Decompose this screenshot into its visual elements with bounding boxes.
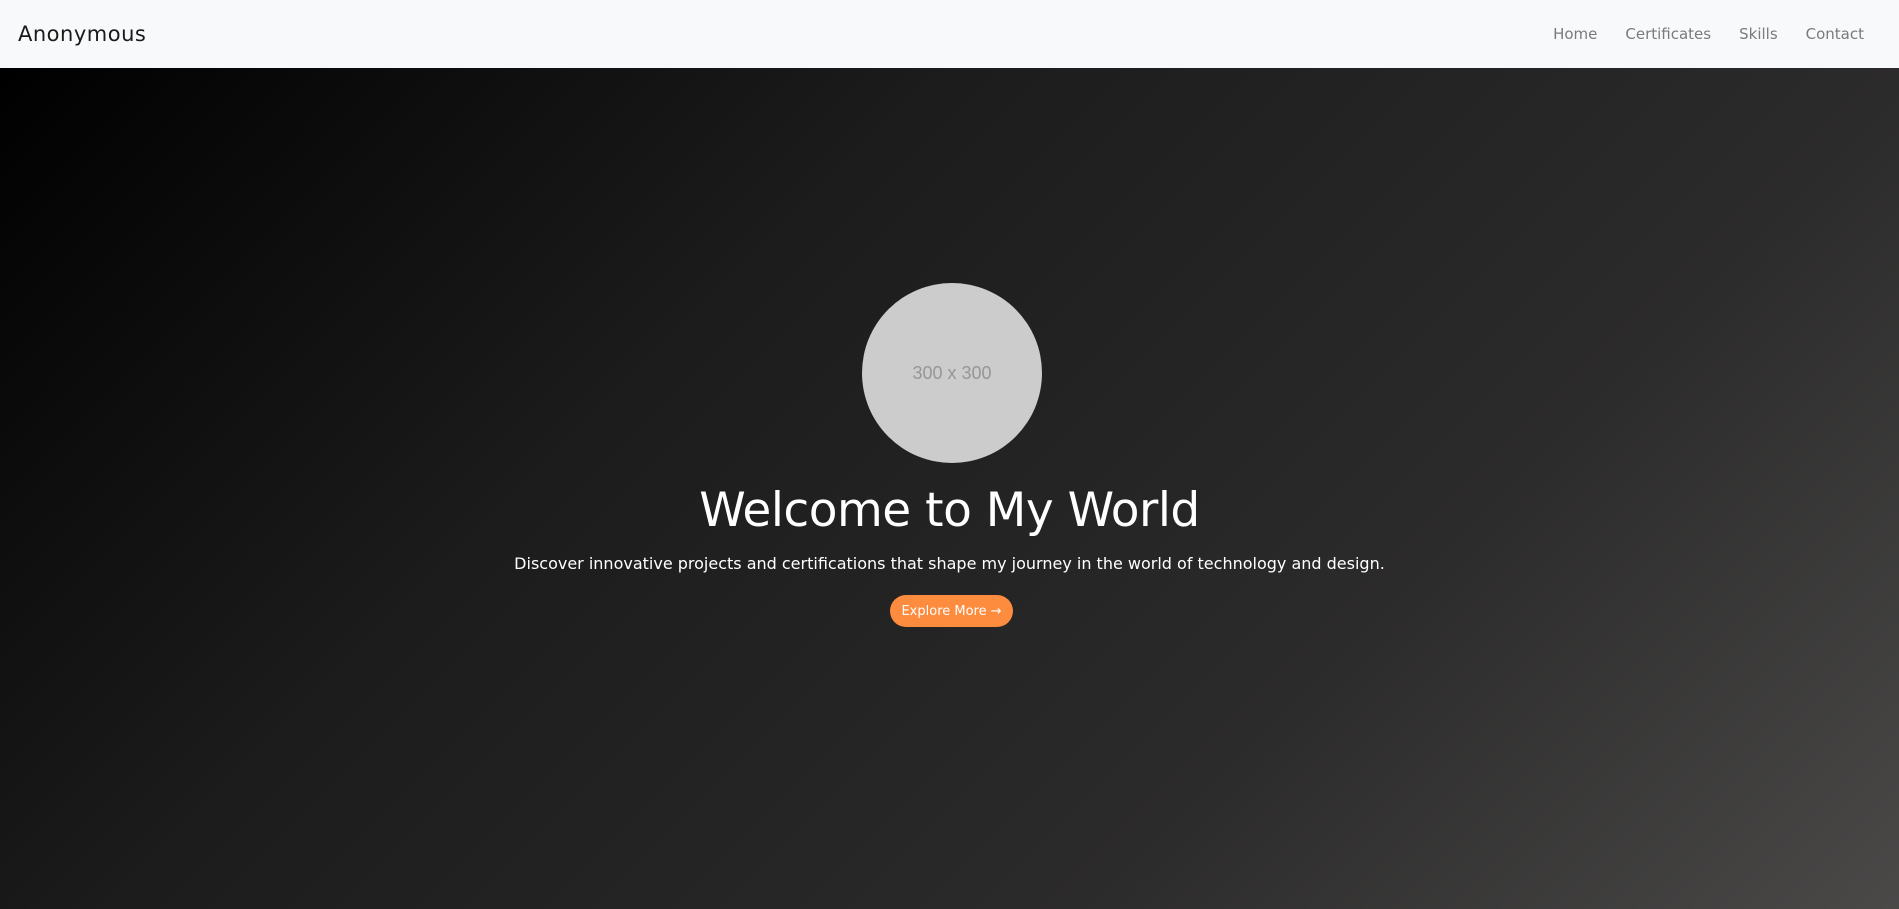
profile-image-placeholder: 300 x 300 — [862, 283, 1042, 463]
nav-links: Home Certificates Skills Contact — [1553, 25, 1881, 43]
nav-link-skills[interactable]: Skills — [1739, 25, 1778, 43]
explore-more-label: Explore More — [901, 603, 987, 619]
arrow-right-icon: → — [990, 603, 1002, 619]
nav-link-home[interactable]: Home — [1553, 25, 1597, 43]
hero-subtitle: Discover innovative projects and certifi… — [514, 554, 1385, 573]
nav-link-contact[interactable]: Contact — [1806, 25, 1864, 43]
brand-logo[interactable]: Anonymous — [18, 22, 146, 46]
hero-title: Welcome to My World — [699, 483, 1200, 538]
placeholder-size-label: 300 x 300 — [912, 362, 992, 383]
hero-section: 300 x 300 Welcome to My World Discover i… — [0, 68, 1899, 909]
navbar: Anonymous Home Certificates Skills Conta… — [0, 0, 1899, 68]
explore-more-button[interactable]: Explore More → — [890, 595, 1013, 627]
nav-link-certificates[interactable]: Certificates — [1625, 25, 1711, 43]
